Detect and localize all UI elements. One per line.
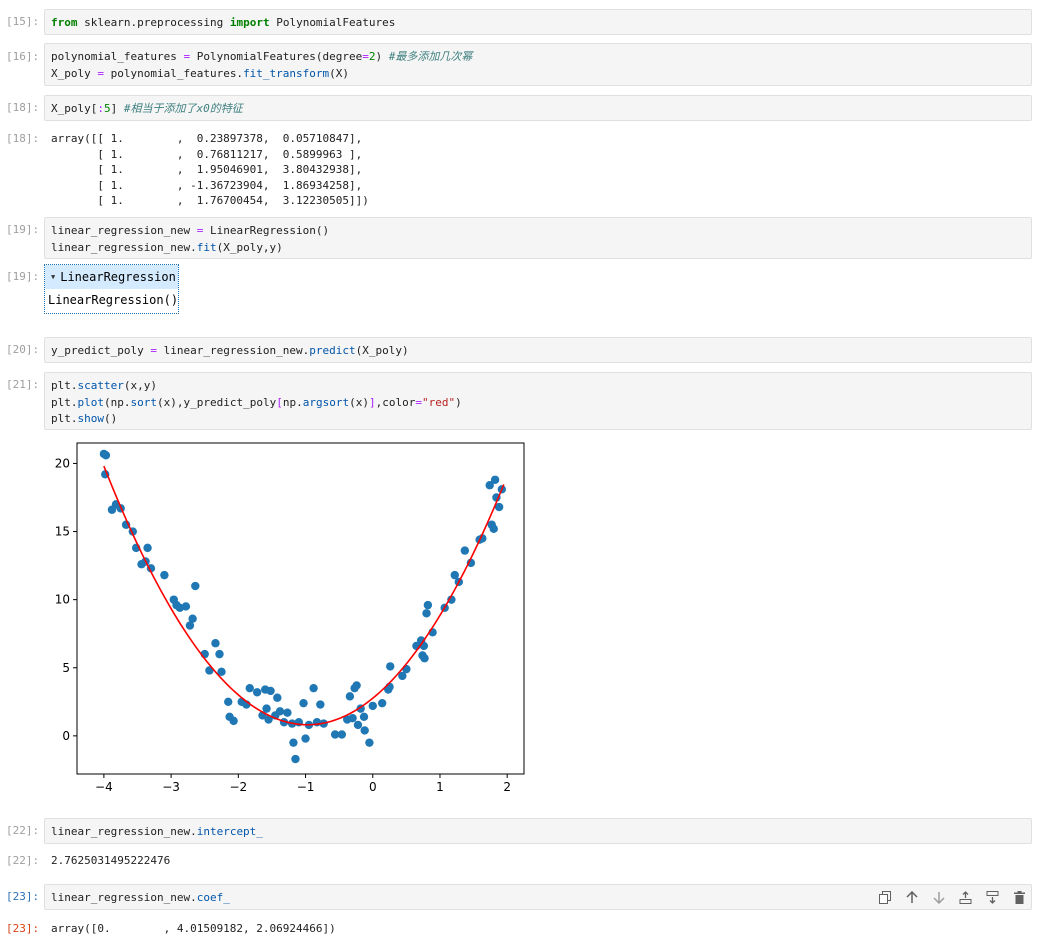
cell-toolbar xyxy=(875,888,1029,906)
scatter-point xyxy=(345,692,355,701)
cell-22-code[interactable]: linear_regression_new.intercept_ xyxy=(44,818,1032,844)
cell-19-out-prompt: [19]: xyxy=(6,270,40,283)
cell-22-prompt: [22]: xyxy=(6,824,40,837)
cell-23-out-prompt: [23]: xyxy=(6,922,40,935)
cell-16-code[interactable]: polynomial_features = PolynomialFeatures… xyxy=(44,43,1032,86)
estimator-header-label: LinearRegression xyxy=(60,270,176,284)
insert-below-icon[interactable] xyxy=(983,888,1002,906)
scatter-point xyxy=(489,524,498,534)
scatter-point xyxy=(365,738,374,747)
cell-15-code[interactable]: from sklearn.preprocessing import Polyno… xyxy=(44,9,1032,35)
cell-23-output: array([0. , 4.01509182, 2.06924466]) xyxy=(51,922,336,935)
arrow-up-icon[interactable] xyxy=(902,888,921,906)
scatter-plot: −4 −3 −2 −1 0 1 205101520 xyxy=(55,442,525,794)
x-tick-label: −1 xyxy=(297,780,315,794)
scatter-point xyxy=(377,698,387,708)
scatter-point xyxy=(422,609,431,618)
y-tick-label: 20 xyxy=(55,456,70,470)
scatter-point xyxy=(386,662,395,671)
cell-15-prompt: [15]: xyxy=(6,15,40,28)
scatter-point xyxy=(353,720,363,730)
scatter-point xyxy=(229,716,238,726)
scatter-point xyxy=(283,708,292,717)
scatter-point xyxy=(143,543,152,553)
scatter-point xyxy=(316,700,325,709)
scatter-point xyxy=(188,614,197,623)
scatter-point xyxy=(160,570,169,580)
cell-22-output: 2.7625031495222476 xyxy=(51,854,171,867)
scatter-point xyxy=(262,704,271,713)
scatter-point xyxy=(275,707,285,716)
cell-19-code[interactable]: linear_regression_new = LinearRegression… xyxy=(44,217,1032,259)
scatter-point xyxy=(368,701,377,711)
scatter-point xyxy=(252,688,262,697)
estimator-widget[interactable]: ▼ LinearRegression LinearRegression() xyxy=(44,264,179,314)
y-tick-label: 5 xyxy=(62,661,70,675)
scatter-point xyxy=(211,639,220,648)
cell-20-prompt: [20]: xyxy=(6,343,40,356)
scatter-point xyxy=(273,693,282,702)
scatter-point xyxy=(245,683,254,693)
scatter-point xyxy=(309,683,318,693)
x-tick-label: 1 xyxy=(436,780,444,794)
scatter-point xyxy=(291,754,300,764)
cell-18-out-prompt: [18]: xyxy=(6,132,40,145)
collapse-triangle-icon[interactable]: ▼ xyxy=(51,273,55,281)
y-tick-label: 15 xyxy=(55,525,70,539)
scatter-point xyxy=(360,726,369,735)
y-tick-label: 10 xyxy=(55,593,70,607)
cell-18-output: array([[ 1. , 0.23897378, 0.05710847], [… xyxy=(51,132,369,207)
arrow-down-icon[interactable] xyxy=(929,888,948,906)
cell-16-prompt: [16]: xyxy=(6,50,40,63)
x-tick-label: 2 xyxy=(503,780,511,794)
copy-icon[interactable] xyxy=(875,888,894,906)
x-tick-label: 0 xyxy=(369,780,377,794)
scatter-point xyxy=(299,698,308,708)
scatter-point xyxy=(224,697,233,707)
insert-above-icon[interactable] xyxy=(956,888,975,906)
scatter-point xyxy=(352,681,361,690)
estimator-header[interactable]: ▼ LinearRegression xyxy=(45,265,178,289)
x-tick-label: −4 xyxy=(95,780,113,794)
scatter-point xyxy=(420,654,429,663)
cell-23-prompt: [23]: xyxy=(6,890,40,903)
cell-21-prompt: [21]: xyxy=(6,378,40,391)
scatter-point xyxy=(301,734,310,743)
scatter-point xyxy=(337,730,347,739)
cell-18-prompt: [18]: xyxy=(6,101,40,114)
cell-21-code[interactable]: plt.scatter(x,y) plt.plot(np.sort(x),y_p… xyxy=(44,372,1032,430)
x-tick-label: −2 xyxy=(229,780,247,794)
scatter-point xyxy=(490,475,500,484)
scatter-point xyxy=(181,602,191,611)
scatter-point xyxy=(289,738,298,747)
scatter-point xyxy=(348,713,357,723)
scatter-point xyxy=(215,649,224,659)
cell-18-code[interactable]: X_poly[:5] #相当于添加了x0的特征 xyxy=(44,95,1032,121)
x-tick-label: −3 xyxy=(162,780,180,794)
scatter-point xyxy=(359,712,369,721)
trash-icon[interactable] xyxy=(1010,888,1029,906)
scatter-point xyxy=(423,600,433,610)
estimator-body: LinearRegression() xyxy=(48,293,179,307)
scatter-point xyxy=(101,451,111,460)
cell-20-code[interactable]: y_predict_poly = linear_regression_new.p… xyxy=(44,337,1032,363)
cell-19-prompt: [19]: xyxy=(6,223,40,236)
cell-22-out-prompt: [22]: xyxy=(6,854,40,867)
y-tick-label: 0 xyxy=(62,729,70,743)
scatter-point xyxy=(460,546,470,555)
scatter-point xyxy=(191,581,200,591)
scatter-point xyxy=(266,686,275,696)
